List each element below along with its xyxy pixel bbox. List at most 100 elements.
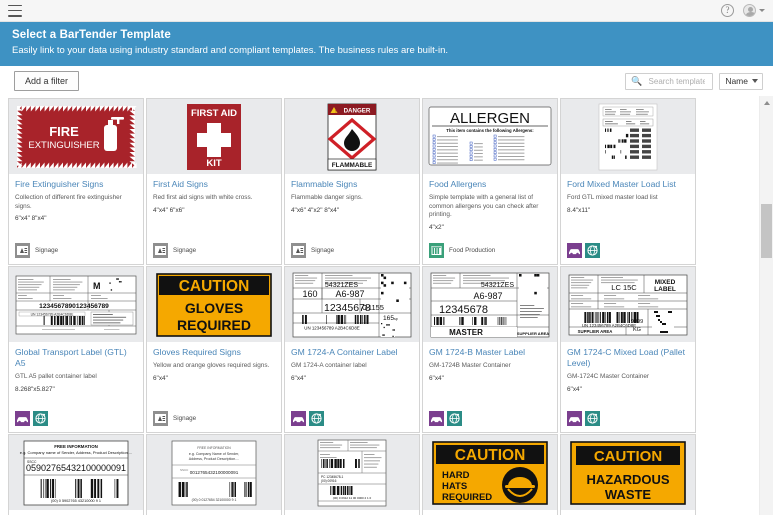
svg-text:FIRST AID: FIRST AID bbox=[191, 108, 237, 119]
template-title[interactable]: GM 1724-B Master Label bbox=[429, 347, 551, 358]
tag-label: Signage bbox=[311, 247, 334, 254]
global-tag-icon[interactable] bbox=[33, 411, 48, 426]
template-card[interactable]: FREE INFORMATION e.g. Company name of Se… bbox=[8, 434, 144, 515]
template-title[interactable]: Food Allergens bbox=[429, 179, 551, 190]
gallery-scroll-region: FIRE EXTINGUISHER Fire Extinguisher Sign… bbox=[0, 96, 759, 515]
sort-dropdown-label: Name bbox=[725, 76, 748, 86]
svg-text:KIT: KIT bbox=[206, 158, 222, 169]
template-card[interactable]: PC 12345678-1 (00) 00916 (00) 0 0912 11 … bbox=[284, 434, 420, 515]
template-size: 6"x4" bbox=[567, 386, 689, 395]
food-tag-icon[interactable] bbox=[429, 243, 444, 258]
template-card[interactable]: CAUTION HARD HATS REQUIRED Hard Hat Requ… bbox=[422, 434, 558, 515]
svg-text:05902765432100000091: 05902765432100000091 bbox=[26, 463, 126, 473]
search-input[interactable] bbox=[647, 76, 708, 87]
template-thumbnail: ALLERGEN This item contains the followin… bbox=[423, 99, 557, 174]
automotive-tag-icon[interactable] bbox=[15, 411, 30, 426]
svg-text:UN 123456789 A2B4C6D8E: UN 123456789 A2B4C6D8E bbox=[582, 323, 636, 328]
scroll-up-arrow[interactable] bbox=[760, 96, 773, 109]
template-thumbnail bbox=[561, 99, 695, 174]
page-banner: Select a BarTender Template Easily link … bbox=[0, 22, 773, 66]
global-tag-icon[interactable] bbox=[309, 411, 324, 426]
template-title[interactable]: Gloves Required Signs bbox=[153, 347, 275, 358]
template-tag-list: Food Production bbox=[429, 243, 495, 258]
template-thumbnail: CAUTION HAZARDOUS WASTE bbox=[561, 435, 695, 510]
template-description: Flammable danger signs. bbox=[291, 194, 413, 203]
automotive-tag-icon[interactable] bbox=[429, 411, 444, 426]
global-tag-icon[interactable] bbox=[585, 243, 600, 258]
svg-text:LABEL: LABEL bbox=[654, 286, 676, 293]
svg-text:FREE INFORMATION: FREE INFORMATION bbox=[54, 444, 98, 449]
svg-text:(00) 0 0912 11 00 0000 2 1 0: (00) 0 0912 11 00 0000 2 1 0 bbox=[333, 496, 372, 500]
automotive-tag-icon[interactable] bbox=[567, 411, 582, 426]
template-size: 4"x2" bbox=[429, 224, 551, 233]
toolbar: Add a filter 🔍 Name bbox=[0, 66, 773, 96]
chevron-down-icon bbox=[752, 79, 758, 83]
template-thumbnail: ! DANGER FLAMMABLE bbox=[285, 99, 419, 174]
template-description: Ford GTL mixed master load list bbox=[567, 194, 689, 203]
template-card[interactable]: 54321ZES A6-987 12345678 UN 123456789 A2… bbox=[422, 266, 558, 433]
tag-label: Signage bbox=[173, 247, 196, 254]
template-size: 8.268"x5.827" bbox=[15, 386, 137, 395]
template-card[interactable]: ! DANGER FLAMMABLE Flammable Signs Flamma… bbox=[284, 98, 420, 265]
template-size: 4"x6" 4"x2" 8"x4" bbox=[291, 207, 413, 216]
scrollbar-thumb[interactable] bbox=[761, 204, 772, 258]
template-description: Yellow and orange gloves required signs. bbox=[153, 362, 275, 371]
signage-tag-icon[interactable] bbox=[153, 411, 168, 426]
template-description: GTL A5 pallet container label bbox=[15, 373, 137, 382]
svg-text:FLAMMABLE: FLAMMABLE bbox=[332, 162, 373, 169]
page-subtitle: Easily link to your data using industry … bbox=[12, 45, 761, 56]
template-size: 4"x4" 6"x6" bbox=[153, 207, 275, 216]
template-tag-list bbox=[567, 411, 600, 426]
template-title[interactable]: First Aid Signs bbox=[153, 179, 275, 190]
template-card[interactable]: FIRE EXTINGUISHER Fire Extinguisher Sign… bbox=[8, 98, 144, 265]
template-description: Red first aid signs with white cross. bbox=[153, 194, 275, 203]
top-bar-actions: ? bbox=[721, 4, 765, 17]
template-card-body: Hazardous Waste Signs bbox=[561, 510, 695, 515]
page-title: Select a BarTender Template bbox=[12, 29, 761, 41]
account-menu[interactable] bbox=[743, 4, 765, 17]
template-title[interactable]: Fire Extinguisher Signs bbox=[15, 179, 137, 190]
template-card-body: GS1 Europe Logistics Label - SSCC bbox=[9, 510, 143, 515]
template-title[interactable]: GM 1724-A Container Label bbox=[291, 347, 413, 358]
global-tag-icon[interactable] bbox=[447, 411, 462, 426]
template-tag-list bbox=[291, 411, 324, 426]
template-card[interactable]: 54321ZES 160 A6-987 12345678 G1155 UN 12… bbox=[284, 266, 420, 433]
automotive-tag-icon[interactable] bbox=[567, 243, 582, 258]
svg-text:KG: KG bbox=[633, 327, 641, 333]
sort-dropdown[interactable]: Name bbox=[719, 73, 763, 90]
svg-text:SSCC: SSCC bbox=[180, 468, 189, 472]
signage-tag-icon[interactable] bbox=[291, 243, 306, 258]
template-title[interactable]: Global Transport Label (GTL) A5 bbox=[15, 347, 137, 369]
help-circle-icon[interactable]: ? bbox=[721, 4, 734, 17]
template-card[interactable]: CAUTION HAZARDOUS WASTE Hazardous Waste … bbox=[560, 434, 696, 515]
template-size: 6"x4" bbox=[429, 375, 551, 384]
template-thumbnail: CAUTION HARD HATS REQUIRED bbox=[423, 435, 557, 510]
svg-text:54321ZES: 54321ZES bbox=[481, 282, 514, 289]
template-title[interactable]: GM 1724-C Mixed Load (Pallet Level) bbox=[567, 347, 689, 369]
signage-tag-icon[interactable] bbox=[15, 243, 30, 258]
svg-text:SUPPLIER AREA: SUPPLIER AREA bbox=[517, 331, 549, 336]
template-card[interactable]: Ford Mixed Master Load List Ford GTL mixe… bbox=[560, 98, 696, 265]
template-card[interactable]: CAUTION GLOVES REQUIRED Gloves Required … bbox=[146, 266, 282, 433]
svg-text:This item contains the followi: This item contains the following Allerge… bbox=[446, 128, 534, 133]
template-card[interactable]: LC 15C MIXED LABEL UN 123456789 A2B4C6D8… bbox=[560, 266, 696, 433]
template-card[interactable]: FREE INFORMATION e.g. Company Name of Se… bbox=[146, 434, 282, 515]
search-box[interactable]: 🔍 bbox=[625, 73, 713, 90]
template-card[interactable]: M 1234567890123456789 UN 123456789 A2B4C… bbox=[8, 266, 144, 433]
add-filter-button[interactable]: Add a filter bbox=[14, 71, 79, 91]
template-card[interactable]: ALLERGEN This item contains the followin… bbox=[422, 98, 558, 265]
template-title[interactable]: Ford Mixed Master Load List bbox=[567, 179, 689, 190]
global-tag-icon[interactable] bbox=[585, 411, 600, 426]
template-card[interactable]: FIRST AID KIT First Aid Signs Red first a… bbox=[146, 98, 282, 265]
template-thumbnail: 54321ZES 160 A6-987 12345678 G1155 UN 12… bbox=[285, 267, 419, 342]
template-title[interactable]: Flammable Signs bbox=[291, 179, 413, 190]
template-thumbnail: FREE INFORMATION e.g. Company Name of Se… bbox=[147, 435, 281, 510]
signage-tag-icon[interactable] bbox=[153, 243, 168, 258]
svg-text:160: 160 bbox=[302, 289, 317, 299]
template-thumbnail: CAUTION GLOVES REQUIRED bbox=[147, 267, 281, 342]
hamburger-icon[interactable] bbox=[8, 5, 22, 17]
automotive-tag-icon[interactable] bbox=[291, 411, 306, 426]
template-size: 8.4"x11" bbox=[567, 207, 689, 216]
svg-text:MASTER: MASTER bbox=[449, 328, 483, 337]
vertical-scrollbar[interactable] bbox=[759, 96, 773, 515]
